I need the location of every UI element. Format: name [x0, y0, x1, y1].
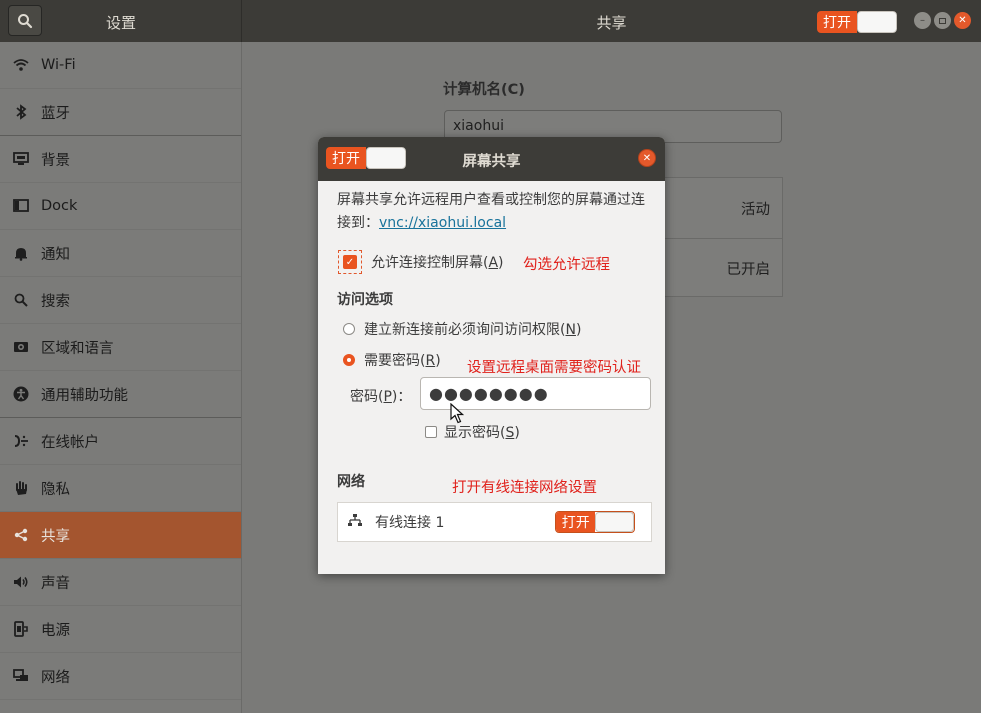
- power-icon: [12, 620, 30, 638]
- annotation-password-auth: 设置远程桌面需要密码认证: [467, 360, 641, 376]
- dialog-title: 屏幕共享: [462, 154, 521, 170]
- privacy-icon: [12, 479, 30, 497]
- sidebar-item-label: 声音: [41, 575, 70, 592]
- show-password-label: 显示密码(S): [444, 425, 520, 441]
- allow-control-row[interactable]: ✓ 允许连接控制屏幕(A): [338, 250, 504, 274]
- checkmark-icon: ✓: [343, 255, 357, 269]
- sidebar-item-online-accounts[interactable]: 在线帐户: [0, 418, 241, 465]
- computer-name-label: 计算机名(C): [443, 82, 525, 98]
- service-row[interactable]: 已开启: [664, 238, 782, 298]
- radio-ask-permission[interactable]: 建立新连接前必须询问访问权限(N): [343, 319, 581, 339]
- sidebar-item-label: 通知: [41, 246, 70, 263]
- sidebar-item-label: 网络: [41, 669, 70, 686]
- sidebar-item-dock[interactable]: Dock: [0, 183, 241, 230]
- services-panel: 活动 已开启: [663, 177, 783, 297]
- show-password-row[interactable]: 显示密码(S): [425, 422, 520, 442]
- sidebar-item-label: 搜索: [41, 293, 70, 310]
- password-label: 密码(P)：: [350, 389, 412, 405]
- background-icon: [12, 150, 30, 168]
- maximize-icon: [939, 17, 946, 24]
- network-label: 网络: [337, 474, 365, 490]
- switch-on-label: 打开: [817, 11, 857, 33]
- dialog-header: 打开 屏幕共享 ✕: [318, 137, 665, 181]
- dock-icon: [12, 197, 30, 215]
- sidebar: Wi-Fi 蓝牙 背景 Dock 通知 搜索 区域和语言 通用辅助功能 在线帐户…: [0, 42, 242, 713]
- online-accounts-icon: [12, 432, 30, 450]
- switch-on-label: 打开: [556, 512, 596, 532]
- sidebar-item-label: Dock: [41, 198, 78, 214]
- sidebar-item-label: 电源: [41, 622, 70, 639]
- minimize-icon: –: [920, 15, 925, 26]
- share-icon: [12, 526, 30, 544]
- sidebar-item-network[interactable]: 网络: [0, 653, 241, 700]
- header-bar: 设置 共享 打开 – ✕: [0, 0, 981, 42]
- access-options-label: 访问选项: [337, 292, 393, 308]
- close-icon: ✕: [642, 152, 652, 164]
- sidebar-item-wifi[interactable]: Wi-Fi: [0, 42, 241, 89]
- radio-button[interactable]: [343, 323, 355, 335]
- bluetooth-icon: [12, 103, 30, 121]
- sidebar-item-region[interactable]: 区域和语言: [0, 324, 241, 371]
- close-button[interactable]: ✕: [954, 12, 971, 29]
- annotation-allow-remote: 勾选允许远程: [523, 257, 610, 273]
- sidebar-item-label: 共享: [41, 528, 70, 545]
- sharing-description: 屏幕共享允许远程用户查看或控制您的屏幕通过连接到：vnc://xiaohui.l…: [337, 189, 657, 235]
- sidebar-item-label: 背景: [41, 152, 70, 169]
- sidebar-item-sharing[interactable]: 共享: [0, 512, 241, 559]
- sidebar-item-label: 蓝牙: [41, 105, 70, 122]
- radio-require-password[interactable]: 需要密码(R): [343, 350, 441, 370]
- allow-control-checkbox[interactable]: ✓: [338, 250, 362, 274]
- radio-ask-label: 建立新连接前必须询问访问权限(N): [364, 322, 582, 338]
- search-icon: [12, 291, 30, 309]
- sidebar-item-label: 在线帐户: [41, 434, 99, 451]
- service-row[interactable]: 活动: [664, 178, 782, 238]
- wifi-icon: [12, 56, 30, 74]
- sidebar-item-bluetooth[interactable]: 蓝牙: [0, 89, 241, 136]
- sidebar-item-label: Wi-Fi: [41, 57, 76, 73]
- sidebar-item-label: 隐私: [41, 481, 70, 498]
- region-icon: [12, 338, 30, 356]
- switch-knob: [595, 512, 634, 532]
- service-status: 活动: [741, 201, 770, 218]
- sidebar-item-privacy[interactable]: 隐私: [0, 465, 241, 512]
- screen-sharing-dialog: 打开 屏幕共享 ✕ 屏幕共享允许远程用户查看或控制您的屏幕通过连接到：vnc:/…: [318, 137, 665, 574]
- close-icon: ✕: [958, 15, 967, 26]
- dialog-close-button[interactable]: ✕: [638, 149, 656, 167]
- vnc-link[interactable]: vnc://xiaohui.local: [379, 215, 506, 231]
- switch-knob: [857, 11, 897, 33]
- wired-network-switch[interactable]: 打开: [555, 511, 635, 533]
- sound-icon: [12, 573, 30, 591]
- maximize-button[interactable]: [934, 12, 951, 29]
- sidebar-item-sound[interactable]: 声音: [0, 559, 241, 606]
- sidebar-item-background[interactable]: 背景: [0, 136, 241, 183]
- minimize-button[interactable]: –: [914, 12, 931, 29]
- network-icon: [12, 667, 30, 685]
- sidebar-item-search[interactable]: 搜索: [0, 277, 241, 324]
- sidebar-item-accessibility[interactable]: 通用辅助功能: [0, 371, 241, 418]
- sidebar-item-label: 区域和语言: [41, 340, 114, 357]
- sharing-master-switch[interactable]: 打开: [817, 11, 897, 33]
- annotation-wired-network: 打开有线连接网络设置: [452, 480, 597, 496]
- network-name: 有线连接 1: [375, 515, 445, 531]
- header-left: 设置: [0, 0, 242, 42]
- show-password-checkbox[interactable]: [425, 426, 437, 438]
- mouse-cursor-icon: [450, 403, 464, 424]
- settings-title: 设置: [105, 14, 136, 32]
- sidebar-item-notifications[interactable]: 通知: [0, 230, 241, 277]
- sidebar-item-power[interactable]: 电源: [0, 606, 241, 653]
- allow-control-label: 允许连接控制屏幕(A): [371, 255, 504, 271]
- service-status: 已开启: [726, 262, 771, 278]
- network-row: 有线连接 1 打开: [337, 502, 652, 542]
- radio-password-label: 需要密码(R): [364, 353, 441, 369]
- sidebar-item-label: 通用辅助功能: [41, 387, 128, 404]
- radio-button-selected[interactable]: [343, 354, 355, 366]
- header-right: 共享 打开 – ✕: [242, 0, 981, 42]
- wired-network-icon: [347, 513, 363, 531]
- accessibility-icon: [12, 385, 30, 403]
- bell-icon: [12, 244, 30, 262]
